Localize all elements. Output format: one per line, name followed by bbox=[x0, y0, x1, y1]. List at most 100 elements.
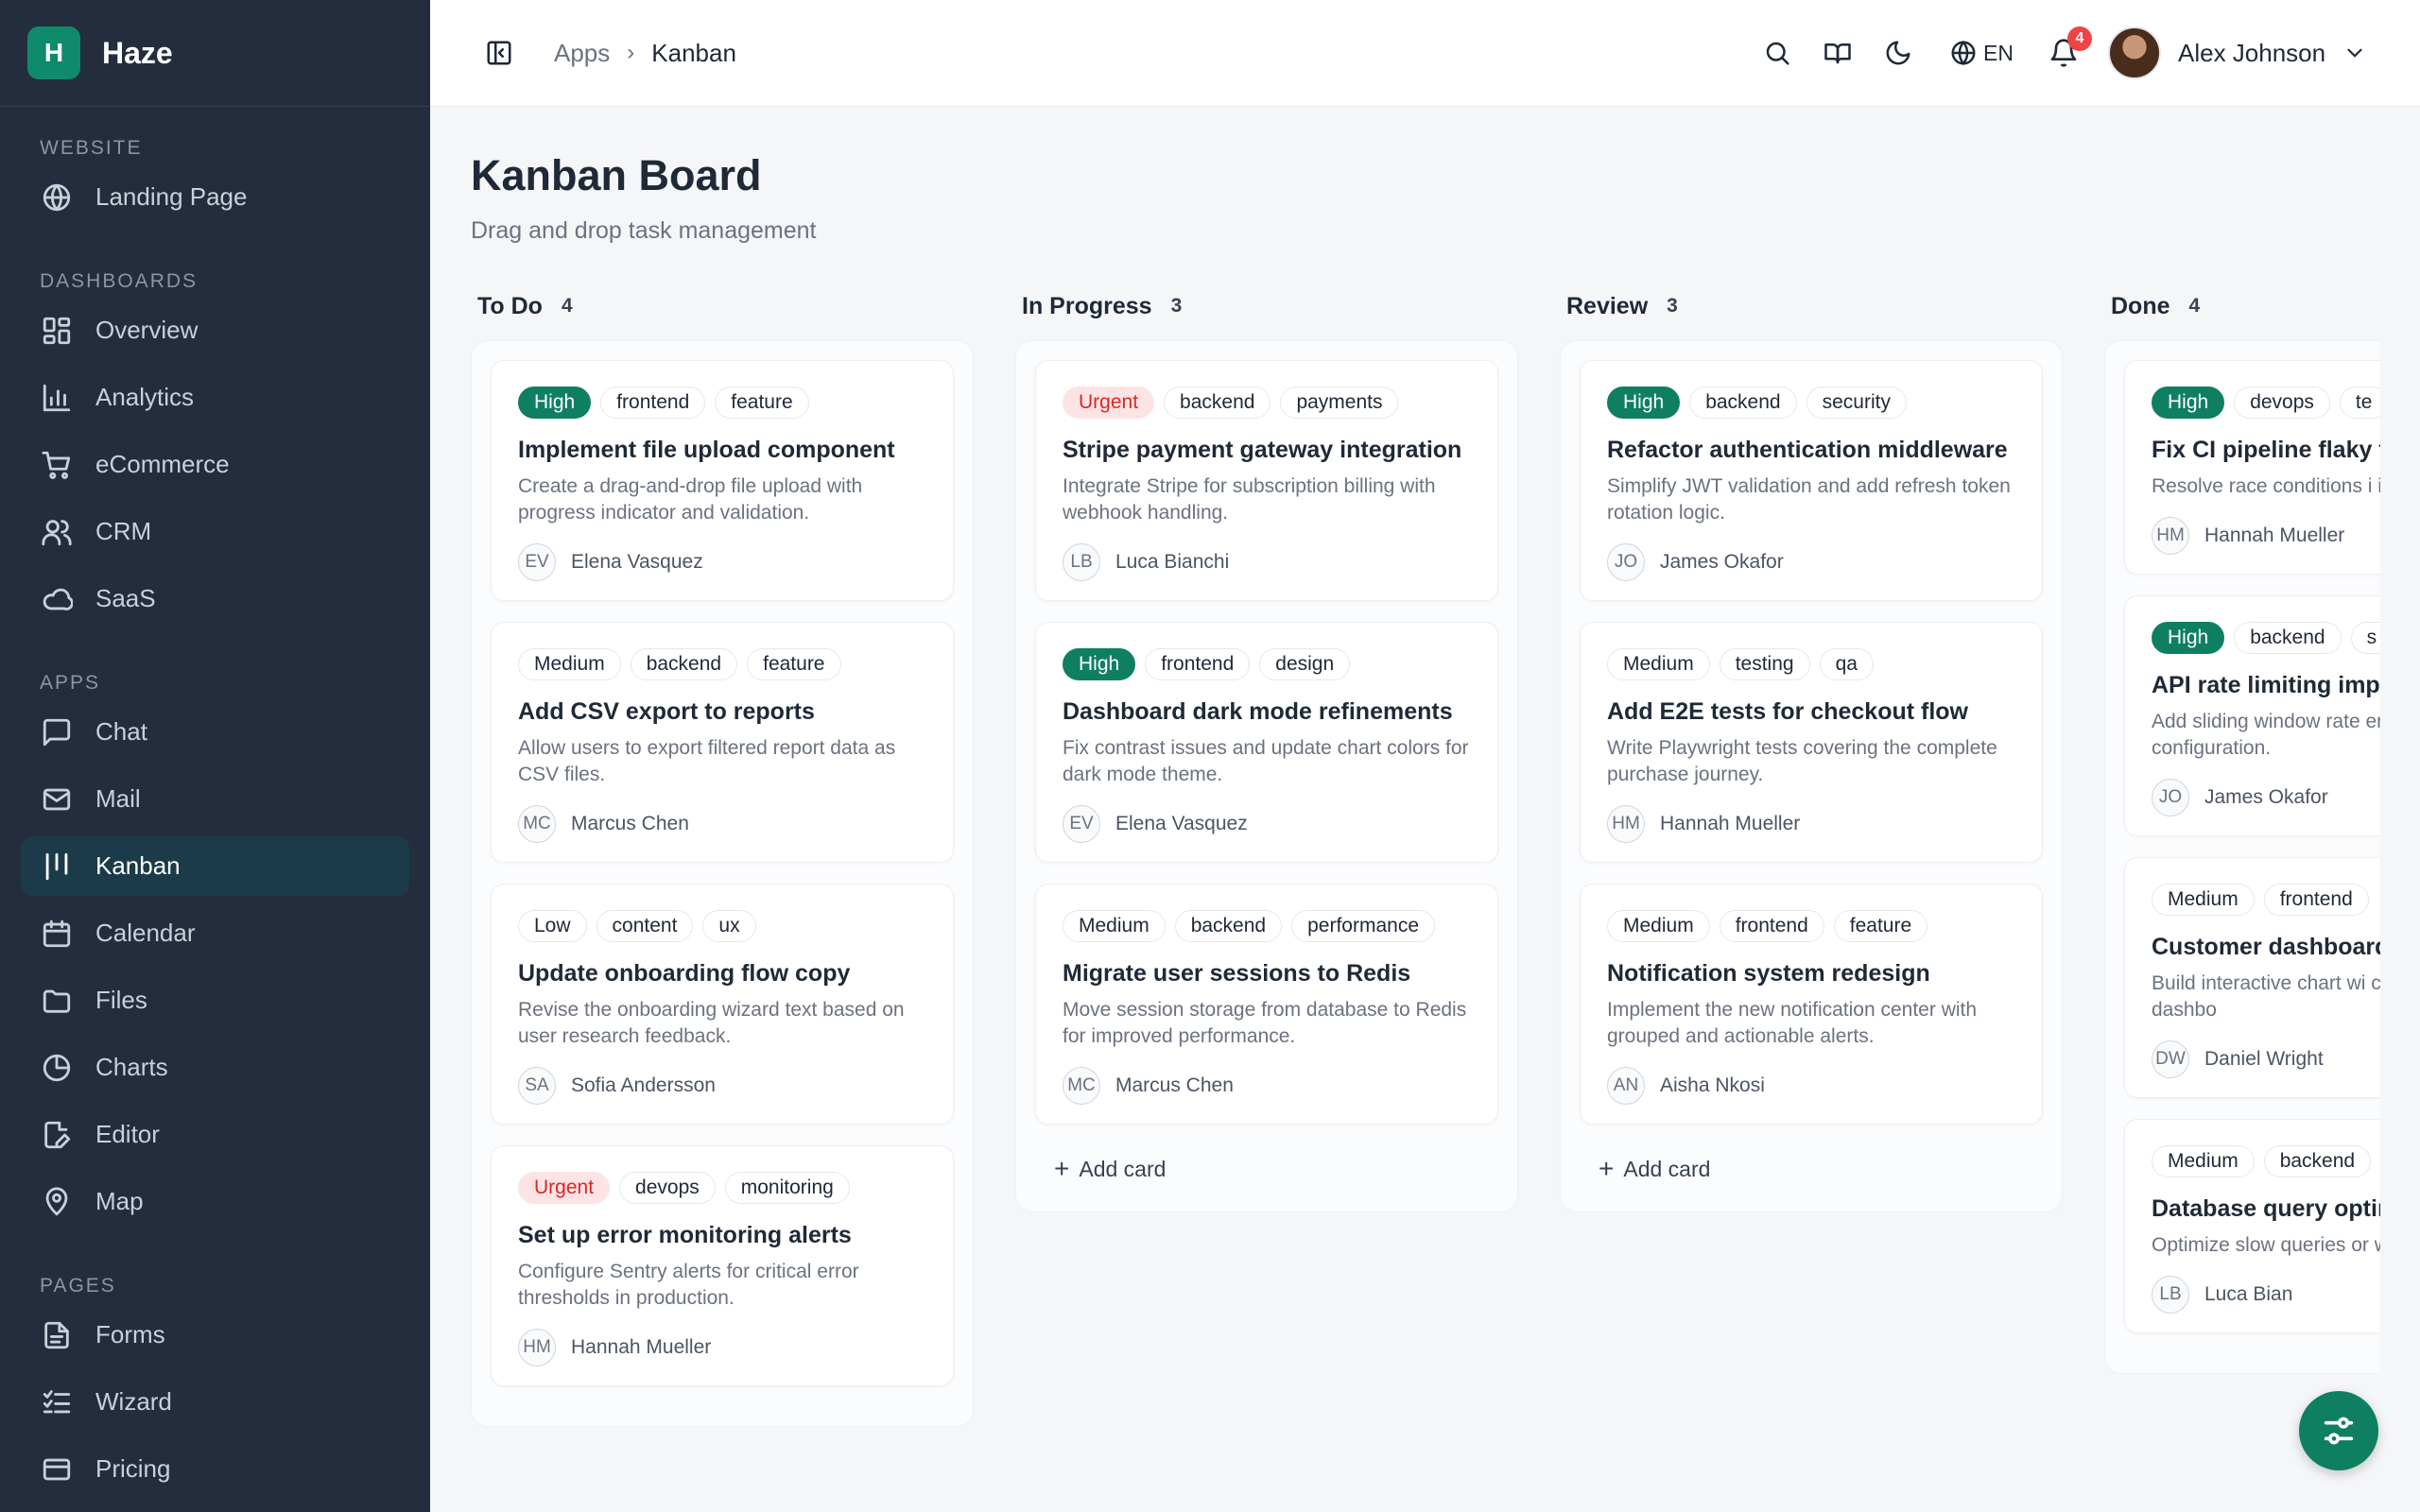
sidebar-item-label: Charts bbox=[95, 1053, 168, 1081]
book-icon[interactable] bbox=[1821, 36, 1855, 70]
assignee-avatar: SA bbox=[518, 1067, 556, 1105]
sidebar-item-label: Forms bbox=[95, 1320, 165, 1349]
notifications-button[interactable]: 4 bbox=[2047, 26, 2092, 70]
language-switcher[interactable]: EN bbox=[1949, 36, 2014, 70]
card-assignee: DW Daniel Wright bbox=[2152, 1040, 2380, 1078]
kanban-card[interactable]: High devops te Fix CI pipeline flaky t Resol… bbox=[2124, 360, 2380, 575]
sliders-icon bbox=[2324, 1417, 2354, 1445]
card-title: API rate limiting impl bbox=[2152, 672, 2380, 698]
sidebar-item-wizard[interactable]: Wizard bbox=[21, 1372, 409, 1432]
card-description: Add sliding window rate endpoint configu… bbox=[2152, 711, 2380, 759]
bar-chart-icon bbox=[40, 381, 74, 415]
tag-badge: Urgent bbox=[1063, 387, 1155, 419]
sidebar-item-ecommerce[interactable]: eCommerce bbox=[21, 435, 409, 494]
brand[interactable]: H Haze bbox=[0, 0, 430, 107]
sidebar-item-editor[interactable]: Editor bbox=[21, 1105, 409, 1164]
nav-section: DASHBOARDS Overview Analytics eCommerce CRM S… bbox=[0, 259, 430, 628]
settings-fab[interactable] bbox=[2299, 1391, 2378, 1470]
column-title: To Do bbox=[477, 292, 543, 319]
tag-badge: High bbox=[2152, 622, 2225, 654]
sidebar-item-saas[interactable]: SaaS bbox=[21, 569, 409, 628]
kanban-card[interactable]: Low content ux Update onboarding flow copy R… bbox=[491, 884, 954, 1125]
kanban-card[interactable]: High backend security Refactor authenticati… bbox=[1580, 360, 2043, 601]
tag-badge: Medium bbox=[1607, 910, 1710, 942]
sidebar-item-landing-page[interactable]: Landing Page bbox=[21, 167, 409, 227]
sidebar-item-kanban[interactable]: Kanban bbox=[21, 836, 409, 896]
sidebar-item-chat[interactable]: Chat bbox=[21, 702, 409, 762]
language-label: EN bbox=[1983, 40, 2014, 65]
users-icon bbox=[40, 515, 74, 549]
card-assignee: HM Hannah Mueller bbox=[2152, 517, 2380, 555]
tag-badge: feature bbox=[715, 387, 809, 419]
card-tags: Urgent devops monitoring bbox=[518, 1172, 926, 1204]
kanban-card[interactable]: Urgent devops monitoring Set up error monit… bbox=[491, 1145, 954, 1386]
sidebar-toggle-icon[interactable] bbox=[482, 36, 516, 70]
add-card-button[interactable]: + Add card bbox=[1580, 1145, 2043, 1193]
breadcrumb-apps[interactable]: Apps bbox=[554, 39, 610, 68]
add-card-label: Add card bbox=[1623, 1156, 1711, 1181]
card-tags: Medium frontend feature bbox=[1607, 910, 2015, 942]
card-tags: Medium testing qa bbox=[1607, 648, 2015, 680]
sidebar-item-label: Landing Page bbox=[95, 182, 248, 211]
kanban-card[interactable]: Medium frontend feature Notification system… bbox=[1580, 884, 2043, 1125]
kanban-card[interactable]: High frontend design Dashboard dark mode re… bbox=[1035, 622, 1498, 863]
sidebar-item-forms[interactable]: Forms bbox=[21, 1305, 409, 1365]
card-title: Set up error monitoring alerts bbox=[518, 1222, 852, 1248]
tag-badge: backend bbox=[1174, 910, 1283, 942]
add-card-button[interactable]: + Add card bbox=[1035, 1145, 1498, 1193]
assignee-avatar: HM bbox=[2152, 517, 2189, 555]
assignee-avatar: LB bbox=[2152, 1276, 2189, 1314]
card-tags: High backend security bbox=[1607, 387, 2015, 419]
assignee-avatar: MC bbox=[518, 805, 556, 843]
search-icon[interactable] bbox=[1760, 36, 1794, 70]
card-title: Notification system redesign bbox=[1607, 960, 1930, 987]
kanban-card[interactable]: Urgent backend payments Stripe payment gate… bbox=[1035, 360, 1498, 601]
sidebar-item-crm[interactable]: CRM bbox=[21, 502, 409, 561]
card-assignee: EV Elena Vasquez bbox=[1063, 805, 1471, 843]
sidebar-item-map[interactable]: Map bbox=[21, 1172, 409, 1231]
tag-badge: Medium bbox=[1607, 648, 1710, 680]
assignee-name: Luca Bian bbox=[2204, 1283, 2293, 1305]
tag-badge: monitoring bbox=[724, 1172, 850, 1204]
sidebar-item-analytics[interactable]: Analytics bbox=[21, 368, 409, 427]
kanban-card[interactable]: Medium testing qa Add E2E tests for checkou… bbox=[1580, 622, 2043, 863]
moon-icon[interactable] bbox=[1881, 36, 1915, 70]
sidebar-item-charts[interactable]: Charts bbox=[21, 1038, 409, 1097]
card-title: Update onboarding flow copy bbox=[518, 960, 851, 987]
nav-section-title: PAGES bbox=[40, 1275, 116, 1297]
sidebar-item-pricing[interactable]: Pricing bbox=[21, 1439, 409, 1499]
assignee-avatar: MC bbox=[1063, 1067, 1100, 1105]
card-description: Move session storage from database to Re… bbox=[1063, 999, 1467, 1047]
kanban-card[interactable]: High backend s API rate limiting impl Add sl… bbox=[2124, 595, 2380, 836]
card-tags: Medium frontend bbox=[2152, 884, 2380, 916]
kanban-card[interactable]: Medium backend performance Migrate user ses… bbox=[1035, 884, 1498, 1125]
card-assignee: HM Hannah Mueller bbox=[1607, 805, 2015, 843]
sidebar-item-calendar[interactable]: Calendar bbox=[21, 903, 409, 963]
column-body: High devops te Fix CI pipeline flaky t Resol… bbox=[2104, 340, 2380, 1374]
user-menu[interactable]: Alex Johnson bbox=[2108, 26, 2367, 79]
tag-badge: High bbox=[2152, 387, 2225, 419]
kanban-card[interactable]: High frontend feature Implement file upload… bbox=[491, 360, 954, 601]
column-body: High backend security Refactor authenticati… bbox=[1560, 340, 2063, 1212]
sidebar-item-label: Kanban bbox=[95, 851, 181, 880]
kanban-column: Done 4 High devops te Fix CI pipeline flaky t… bbox=[2104, 284, 2380, 1374]
sidebar-item-files[interactable]: Files bbox=[21, 971, 409, 1030]
nav-section-title: APPS bbox=[40, 672, 101, 694]
card-tags: High devops te bbox=[2152, 387, 2380, 419]
column-header: In Progress 3 bbox=[1015, 284, 1518, 329]
column-count: 4 bbox=[561, 295, 573, 317]
globe-icon bbox=[40, 180, 74, 215]
tag-badge: payments bbox=[1280, 387, 1399, 419]
assignee-name: Hannah Mueller bbox=[1660, 813, 1801, 834]
card-tags: Urgent backend payments bbox=[1063, 387, 1471, 419]
column-title: Done bbox=[2111, 292, 2170, 319]
sidebar-item-mail[interactable]: Mail bbox=[21, 769, 409, 829]
assignee-avatar: JO bbox=[2152, 779, 2189, 816]
kanban-card[interactable]: Mediumfrontend Customer dashboard widgets… bbox=[2124, 857, 2380, 1098]
card-title: Add CSV export to reports bbox=[518, 698, 815, 725]
kanban-card[interactable]: Medium backend Database query optir Optimiz… bbox=[2124, 1119, 2380, 1333]
kanban-card[interactable]: Medium backend feature Add CSV export to re… bbox=[491, 622, 954, 863]
tag-badge: Medium bbox=[1063, 910, 1166, 942]
card-assignee: HM Hannah Mueller bbox=[518, 1329, 926, 1366]
sidebar-item-overview[interactable]: Overview bbox=[21, 301, 409, 360]
